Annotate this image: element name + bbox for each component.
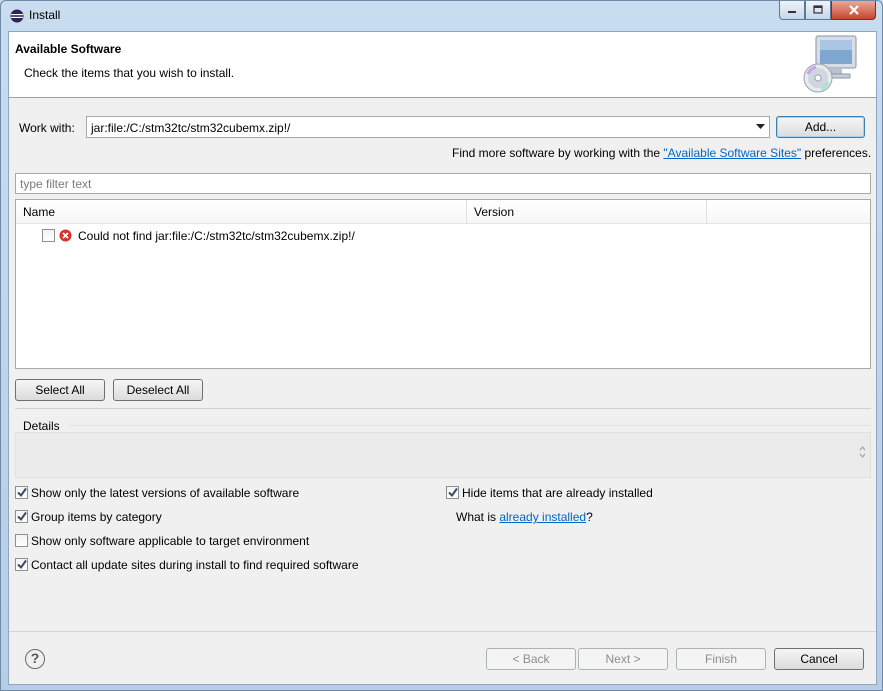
find-more-text: Find more software by working with the "… (452, 146, 871, 160)
checkmark-icon (17, 511, 27, 522)
maximize-icon (813, 5, 823, 14)
details-divider (69, 425, 871, 426)
cancel-button[interactable]: Cancel (774, 648, 864, 670)
footer-divider (9, 631, 876, 632)
add-site-button[interactable]: Add... (776, 116, 865, 138)
what-is-suffix: ? (586, 510, 593, 524)
column-header-name[interactable]: Name (16, 200, 467, 224)
available-software-sites-link[interactable]: "Available Software Sites" (663, 146, 801, 160)
back-button[interactable]: < Back (486, 648, 576, 670)
tree-row[interactable]: Could not find jar:file:/C:/stm32tc/stm3… (16, 226, 870, 244)
help-button[interactable]: ? (25, 649, 45, 669)
close-button[interactable] (831, 1, 876, 20)
row-name: Could not find jar:file:/C:/stm32tc/stm3… (78, 229, 355, 243)
applicable-only-label[interactable]: Show only software applicable to target … (31, 534, 309, 548)
group-by-category-checkbox[interactable] (15, 510, 28, 523)
close-icon (848, 4, 859, 15)
hide-installed-checkbox[interactable] (446, 486, 459, 499)
work-with-value[interactable]: jar:file:/C:/stm32tc/stm32cubemx.zip!/ (91, 121, 290, 135)
checkmark-icon (17, 487, 27, 498)
work-with-combo[interactable]: jar:file:/C:/stm32tc/stm32cubemx.zip!/ (86, 116, 770, 138)
divider (15, 408, 871, 409)
minimize-button[interactable] (779, 1, 805, 20)
eclipse-icon (10, 9, 24, 23)
dialog-content: Available Software Check the items that … (8, 31, 877, 685)
contact-all-sites-label[interactable]: Contact all update sites during install … (31, 558, 359, 572)
wizard-banner: Available Software Check the items that … (9, 32, 876, 98)
install-wizard-icon (803, 35, 857, 93)
column-header-version[interactable]: Version (467, 200, 707, 224)
contact-all-sites-checkbox[interactable] (15, 558, 28, 571)
option-contact-all-sites[interactable]: Contact all update sites during install … (15, 557, 435, 573)
deselect-all-button[interactable]: Deselect All (113, 379, 203, 401)
latest-versions-label[interactable]: Show only the latest versions of availab… (31, 486, 299, 500)
install-dialog: Install Available Software Check the ite… (0, 0, 883, 691)
row-checkbox[interactable] (42, 229, 55, 242)
find-more-prefix: Find more software by working with the (452, 146, 664, 160)
filter-input[interactable] (16, 174, 856, 193)
latest-versions-checkbox[interactable] (15, 486, 28, 499)
software-tree[interactable]: Name Version Could not find jar:file:/C:… (15, 199, 871, 369)
find-more-suffix: preferences. (801, 146, 872, 160)
maximize-button[interactable] (805, 1, 831, 20)
work-with-label: Work with: (19, 121, 75, 135)
details-label: Details (23, 419, 60, 433)
already-installed-link[interactable]: already installed (499, 510, 586, 524)
tree-header: Name Version (16, 200, 870, 224)
chevron-down-icon[interactable] (756, 124, 765, 130)
page-description: Check the items that you wish to install… (24, 66, 235, 80)
window-title: Install (29, 8, 61, 22)
applicable-only-checkbox[interactable] (15, 534, 28, 547)
checkmark-icon (17, 559, 27, 570)
filter-field[interactable] (15, 173, 871, 194)
scroll-arrows-icon[interactable] (859, 445, 866, 459)
hide-installed-label[interactable]: Hide items that are already installed (462, 486, 653, 500)
option-applicable-only[interactable]: Show only software applicable to target … (15, 533, 435, 549)
minimize-icon (788, 11, 796, 13)
checkmark-icon (448, 487, 458, 498)
option-hide-installed[interactable]: Hide items that are already installed (446, 485, 866, 501)
finish-button[interactable]: Finish (676, 648, 766, 670)
title-bar[interactable]: Install (1, 1, 882, 31)
option-latest-versions[interactable]: Show only the latest versions of availab… (15, 485, 435, 501)
page-title: Available Software (15, 42, 122, 56)
next-button[interactable]: Next > (578, 648, 668, 670)
select-all-button[interactable]: Select All (15, 379, 105, 401)
what-is-installed-text: What is already installed? (456, 510, 593, 524)
what-is-prefix: What is (456, 510, 500, 524)
error-icon (59, 229, 72, 242)
option-group-by-category[interactable]: Group items by category (15, 509, 435, 525)
group-by-category-label[interactable]: Group items by category (31, 510, 162, 524)
details-area[interactable] (15, 432, 871, 478)
